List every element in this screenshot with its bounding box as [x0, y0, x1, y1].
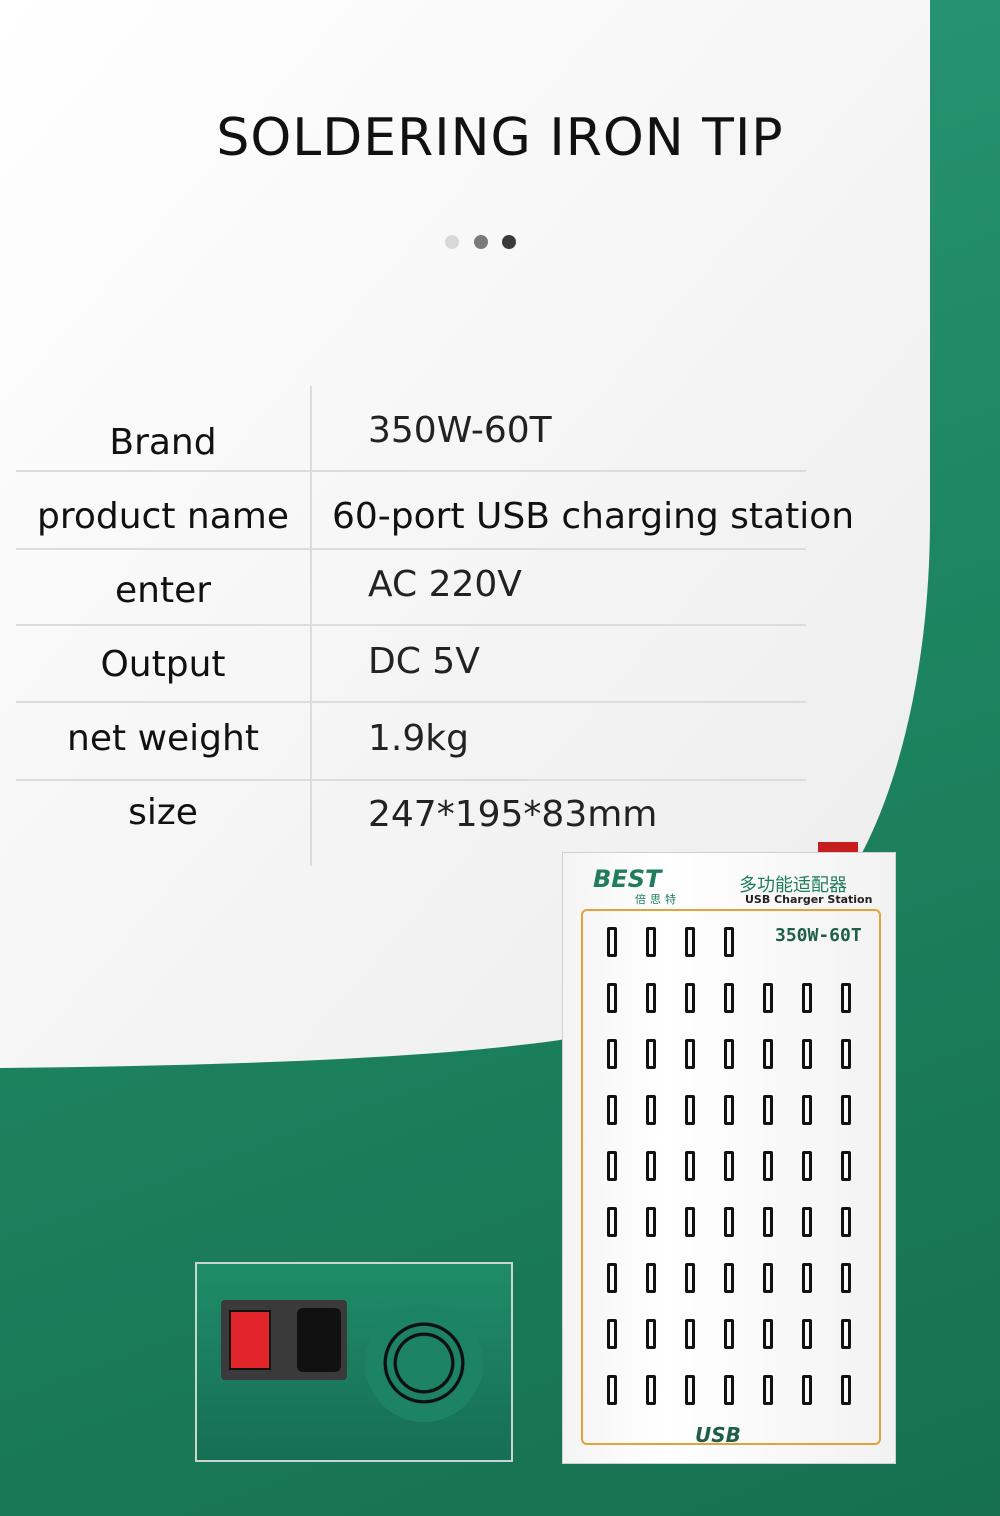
- usb-port-icon: [802, 1095, 812, 1125]
- table-divider: [16, 548, 806, 550]
- spec-value-product-name: 60-port USB charging station: [332, 496, 855, 537]
- usb-port-icon: [685, 927, 695, 957]
- usb-port-icon: [802, 1263, 812, 1293]
- spec-value-enter: AC 220V: [368, 564, 522, 605]
- usb-port-icon: [724, 1151, 734, 1181]
- usb-port-icon: [685, 1151, 695, 1181]
- brand-logo: BEST: [593, 865, 662, 893]
- usb-port-icon: [646, 1095, 656, 1125]
- usb-port-icon: [724, 1039, 734, 1069]
- spec-label-output: Output: [100, 644, 226, 685]
- usb-port-icon: [841, 1207, 851, 1237]
- usb-port-icon: [763, 1039, 773, 1069]
- usb-port-icon: [763, 1207, 773, 1237]
- usb-port-icon: [724, 927, 734, 957]
- usb-port-icon: [646, 927, 656, 957]
- usb-port-icon: [763, 1151, 773, 1181]
- usb-port-icon: [802, 1039, 812, 1069]
- usb-port-icon: [841, 1039, 851, 1069]
- table-divider: [16, 624, 806, 626]
- carousel-dot-3[interactable]: [502, 235, 516, 249]
- usb-port-icon: [841, 1319, 851, 1349]
- usb-port-icon: [607, 1207, 617, 1237]
- usb-port-icon: [607, 1375, 617, 1405]
- station-name-en: USB Charger Station: [745, 893, 873, 906]
- usb-port-icon: [763, 1095, 773, 1125]
- fan-grille-icon: [365, 1304, 483, 1422]
- spec-value-output: DC 5V: [368, 641, 480, 682]
- table-divider-vertical: [310, 386, 312, 866]
- usb-charger-station: BEST 倍思特 多功能适配器 USB Charger Station 350W…: [562, 852, 896, 1464]
- usb-port-icon: [724, 1095, 734, 1125]
- power-switch: [229, 1310, 271, 1370]
- spec-label-net-weight: net weight: [67, 718, 259, 759]
- usb-port-icon: [685, 1095, 695, 1125]
- brand-logo-cn: 倍思特: [635, 893, 680, 906]
- usb-logo: USB: [695, 1423, 741, 1447]
- spec-label-brand: Brand: [109, 422, 217, 463]
- spec-table: Brand 350W-60T product name 60-port USB …: [16, 386, 854, 866]
- usb-port-icon: [685, 1319, 695, 1349]
- usb-port-icon: [841, 1375, 851, 1405]
- carousel-dot-1[interactable]: [445, 235, 459, 249]
- usb-port-icon: [685, 1375, 695, 1405]
- usb-port-icon: [607, 1151, 617, 1181]
- usb-port-icon: [841, 1263, 851, 1293]
- usb-port-icon: [841, 983, 851, 1013]
- usb-port-icon: [685, 983, 695, 1013]
- spec-label-product-name: product name: [37, 496, 289, 537]
- usb-port-icon: [607, 927, 617, 957]
- table-divider: [16, 701, 806, 703]
- usb-port-icon: [802, 983, 812, 1013]
- usb-port-icon: [607, 1263, 617, 1293]
- power-socket: [221, 1300, 347, 1380]
- usb-port-icon: [646, 1319, 656, 1349]
- usb-port-icon: [646, 1375, 656, 1405]
- usb-port-icon: [763, 983, 773, 1013]
- usb-port-icon: [685, 1263, 695, 1293]
- carousel-dot-2[interactable]: [474, 235, 488, 249]
- usb-port-icon: [607, 983, 617, 1013]
- power-supply-unit: [195, 1262, 513, 1462]
- usb-port-icon: [646, 1263, 656, 1293]
- usb-port-icon: [607, 1039, 617, 1069]
- usb-port-icon: [763, 1375, 773, 1405]
- usb-port-icon: [724, 983, 734, 1013]
- usb-port-icon: [763, 1263, 773, 1293]
- power-inlet-icon: [297, 1308, 341, 1372]
- usb-port-icon: [685, 1207, 695, 1237]
- usb-port-icon: [646, 1039, 656, 1069]
- usb-port-icon: [841, 1095, 851, 1125]
- usb-port-icon: [724, 1319, 734, 1349]
- spec-value-net-weight: 1.9kg: [368, 718, 469, 759]
- usb-port-icon: [607, 1095, 617, 1125]
- spec-label-size: size: [128, 792, 198, 833]
- usb-port-icon: [724, 1207, 734, 1237]
- usb-port-icon: [802, 1375, 812, 1405]
- usb-port-icon: [724, 1263, 734, 1293]
- spec-label-enter: enter: [114, 570, 212, 611]
- spec-value-brand: 350W-60T: [368, 410, 552, 451]
- spec-value-size: 247*195*83mm: [368, 794, 658, 835]
- usb-port-icon: [685, 1039, 695, 1069]
- usb-port-icon: [646, 1207, 656, 1237]
- page-title: SOLDERING IRON TIP: [216, 108, 784, 168]
- usb-port-icon: [802, 1151, 812, 1181]
- usb-port-icon: [841, 1151, 851, 1181]
- usb-port-grid: [607, 927, 867, 1407]
- usb-port-icon: [646, 1151, 656, 1181]
- usb-port-icon: [763, 1319, 773, 1349]
- table-divider: [16, 470, 806, 472]
- usb-port-icon: [724, 1375, 734, 1405]
- table-divider: [16, 779, 806, 781]
- usb-port-icon: [802, 1207, 812, 1237]
- usb-port-icon: [802, 1319, 812, 1349]
- usb-port-icon: [646, 983, 656, 1013]
- usb-port-icon: [607, 1319, 617, 1349]
